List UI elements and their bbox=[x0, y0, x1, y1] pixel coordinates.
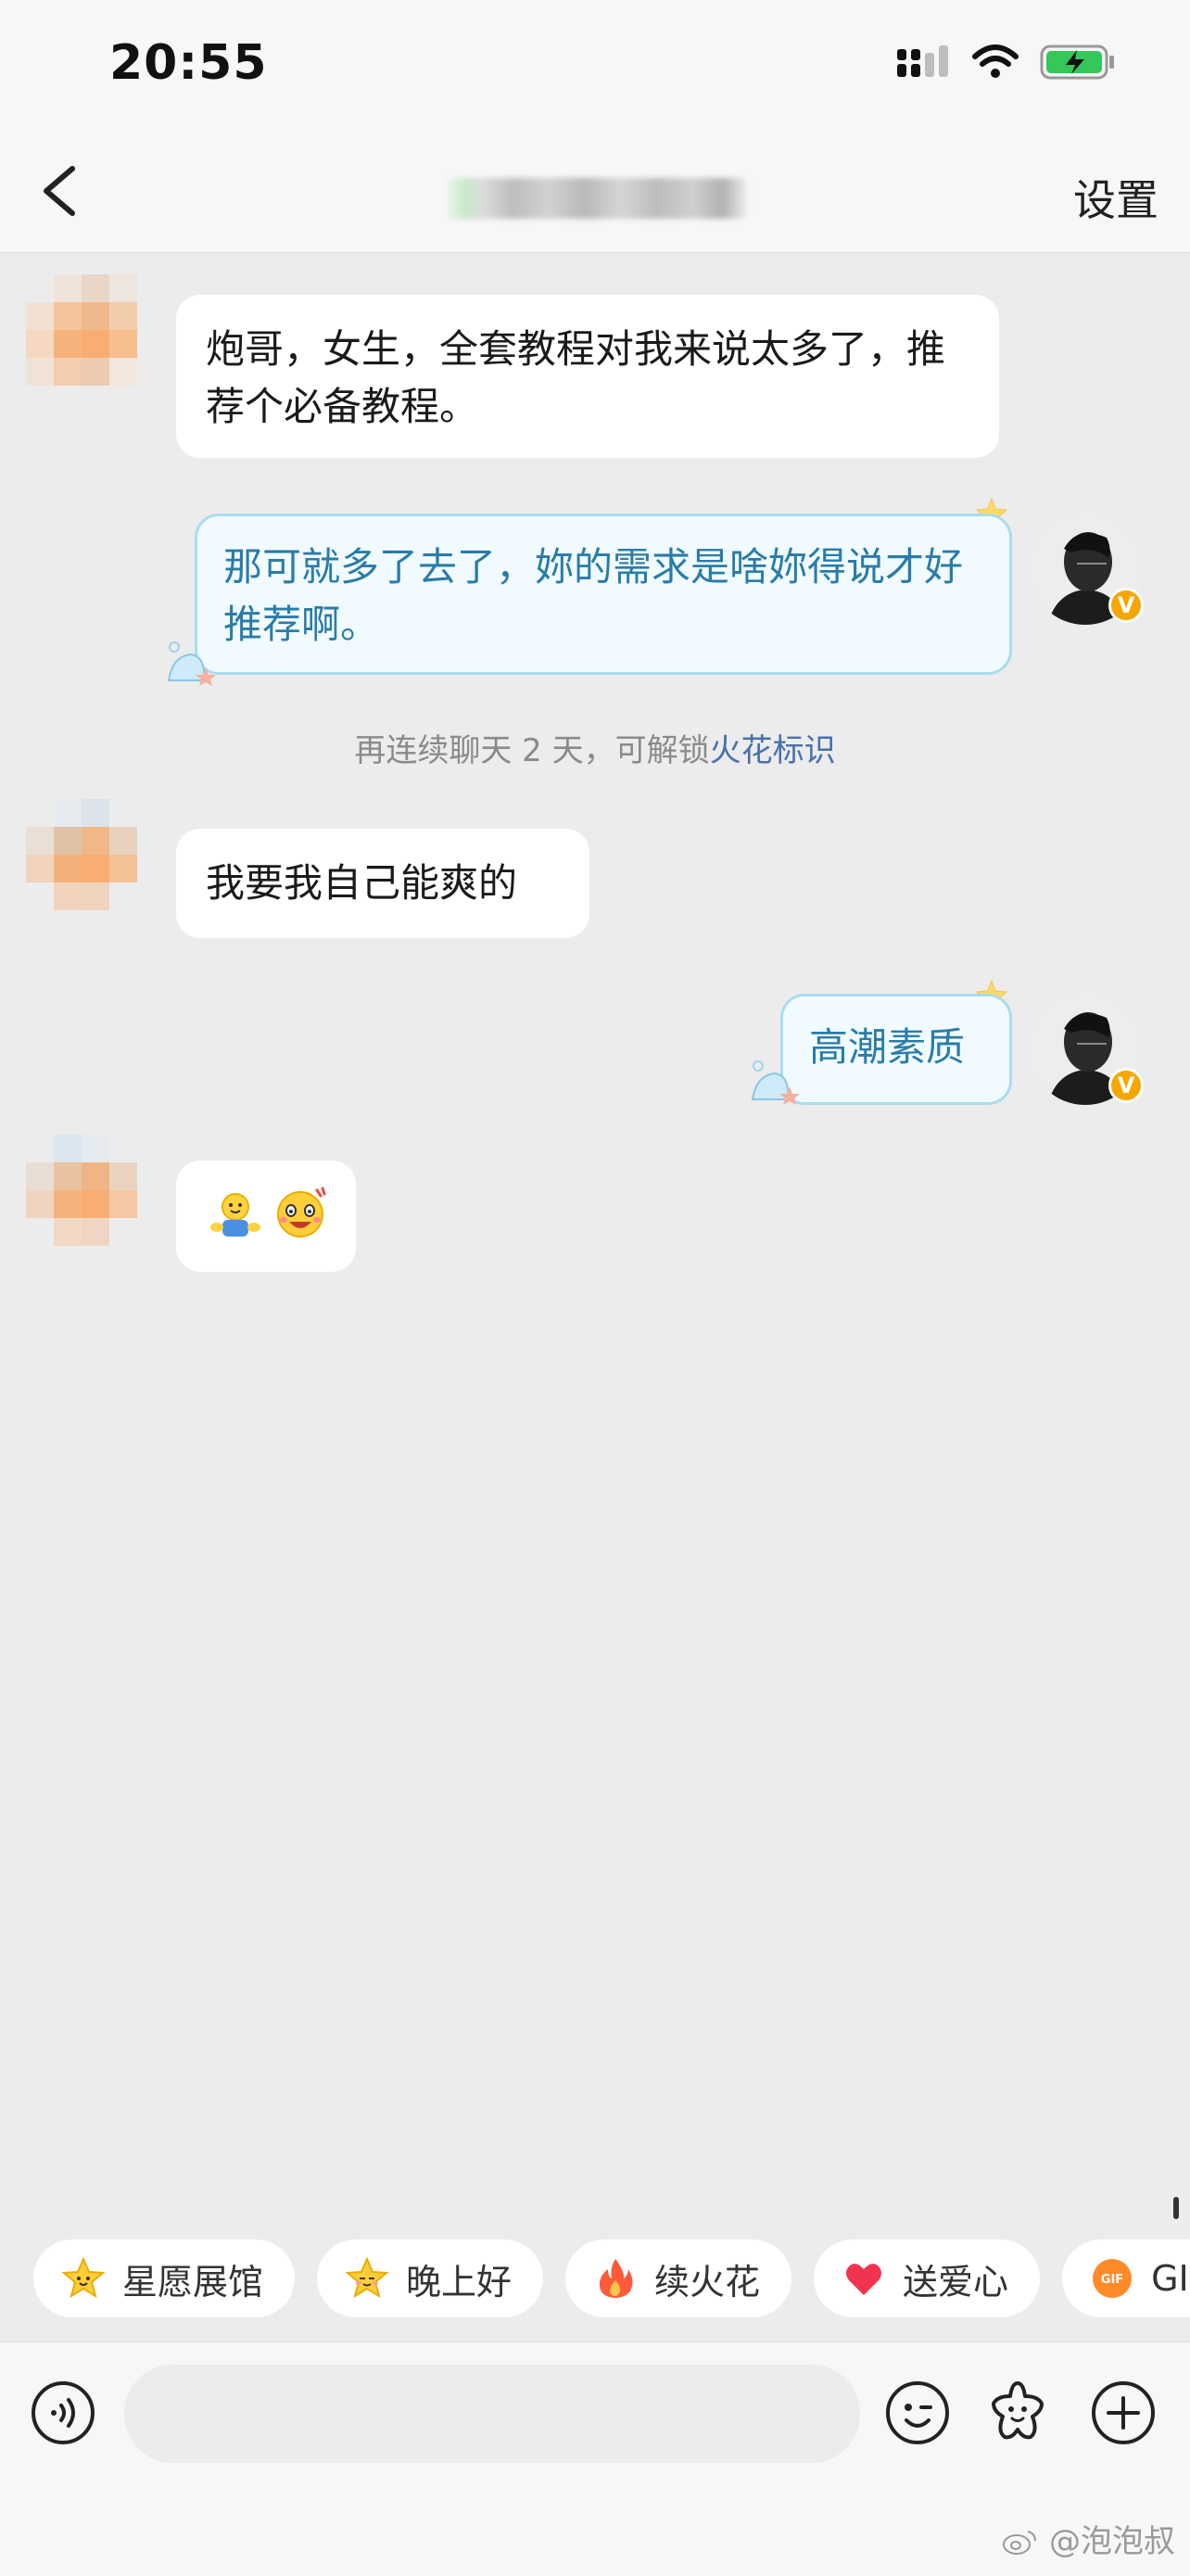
quick-reply-gif[interactable]: GIF GIF bbox=[1062, 2240, 1190, 2317]
contact-name-blurred bbox=[447, 178, 747, 219]
star-face-icon bbox=[61, 2256, 106, 2301]
weibo-logo-icon bbox=[1003, 2531, 1037, 2555]
quick-reply-bar: 星愿展馆 晚上好 续火花 送爱心 GIF GIF bbox=[33, 2240, 1190, 2317]
silly-face-emoji-icon bbox=[277, 1186, 326, 1237]
flame-icon bbox=[593, 2256, 638, 2301]
weibo-watermark: @泡泡叔 bbox=[1002, 2516, 1175, 2561]
watermark-text: @泡泡叔 bbox=[1049, 2523, 1175, 2560]
chip-label: 星愿展馆 bbox=[122, 2261, 264, 2303]
status-bar: 20:55 bbox=[0, 0, 1190, 130]
verified-badge-icon: V bbox=[1108, 1068, 1144, 1103]
star-face-icon bbox=[345, 2256, 389, 2301]
verified-badge-icon: V bbox=[1108, 588, 1144, 623]
chip-label: GIF bbox=[1151, 2258, 1190, 2299]
voice-input-icon[interactable] bbox=[30, 2379, 96, 2446]
back-arrow-icon[interactable] bbox=[28, 158, 95, 224]
quick-reply-send-heart[interactable]: 送爱心 bbox=[814, 2240, 1041, 2317]
settings-button[interactable]: 设置 bbox=[1073, 167, 1158, 228]
svg-text:GIF: GIF bbox=[1101, 2273, 1123, 2287]
message-bubble-received[interactable]: 我要我自己能爽的 bbox=[176, 829, 589, 938]
message-text: 高潮素质 bbox=[809, 1024, 966, 1070]
quick-reply-wish-gallery[interactable]: 星愿展馆 bbox=[33, 2240, 296, 2317]
chip-label: 送爱心 bbox=[903, 2261, 1009, 2303]
shell-decoration-icon bbox=[751, 1060, 800, 1105]
spark-badge-link[interactable]: 火花标识 bbox=[710, 732, 836, 769]
shell-decoration-icon bbox=[167, 641, 216, 686]
system-note-text: 再连续聊天 2 天，可解锁 bbox=[354, 732, 710, 769]
battery-charging-icon bbox=[1040, 44, 1114, 80]
gif-icon: GIF bbox=[1090, 2256, 1134, 2301]
cellular-signal-icon bbox=[897, 45, 948, 77]
hug-emoji-icon bbox=[210, 1193, 260, 1237]
status-icons bbox=[895, 43, 1116, 82]
streak-system-note: 再连续聊天 2 天，可解锁火花标识 bbox=[0, 725, 1190, 770]
emoji-picker-icon[interactable] bbox=[884, 2379, 951, 2446]
wifi-icon bbox=[972, 44, 1019, 78]
scroll-indicator[interactable] bbox=[1173, 2197, 1179, 2219]
sticker-star-icon[interactable] bbox=[984, 2378, 1051, 2444]
message-text: 炮哥，女生，全套教程对我来说太多了，推荐个必备教程。 bbox=[206, 326, 946, 429]
contact-avatar-blurred[interactable] bbox=[26, 1135, 165, 1274]
navigation-bar: 设置 bbox=[0, 130, 1190, 253]
add-more-icon[interactable] bbox=[1090, 2379, 1157, 2446]
message-bubble-received[interactable]: 炮哥，女生，全套教程对我来说太多了，推荐个必备教程。 bbox=[176, 295, 999, 458]
chip-label: 续火花 bbox=[654, 2261, 761, 2303]
message-input-area: @泡泡叔 bbox=[0, 2341, 1190, 2576]
heart-icon bbox=[842, 2256, 886, 2301]
contact-avatar-blurred[interactable] bbox=[26, 274, 165, 413]
message-bubble-received[interactable] bbox=[176, 1161, 356, 1272]
status-time: 20:55 bbox=[109, 35, 268, 91]
contact-avatar-blurred[interactable] bbox=[26, 799, 165, 938]
message-bubble-sent[interactable]: 高潮素质 bbox=[780, 994, 1012, 1105]
quick-reply-continue-spark[interactable]: 续火花 bbox=[565, 2240, 792, 2317]
message-text: 那可就多了去了，妳的需求是啥妳得说才好推荐啊。 bbox=[223, 544, 964, 647]
quick-reply-good-evening[interactable]: 晚上好 bbox=[317, 2240, 544, 2317]
message-text-input[interactable] bbox=[124, 2365, 860, 2463]
message-text: 我要我自己能爽的 bbox=[206, 860, 518, 906]
message-bubble-sent[interactable]: 那可就多了去了，妳的需求是啥妳得说才好推荐啊。 bbox=[195, 514, 1012, 675]
chip-label: 晚上好 bbox=[406, 2261, 513, 2303]
